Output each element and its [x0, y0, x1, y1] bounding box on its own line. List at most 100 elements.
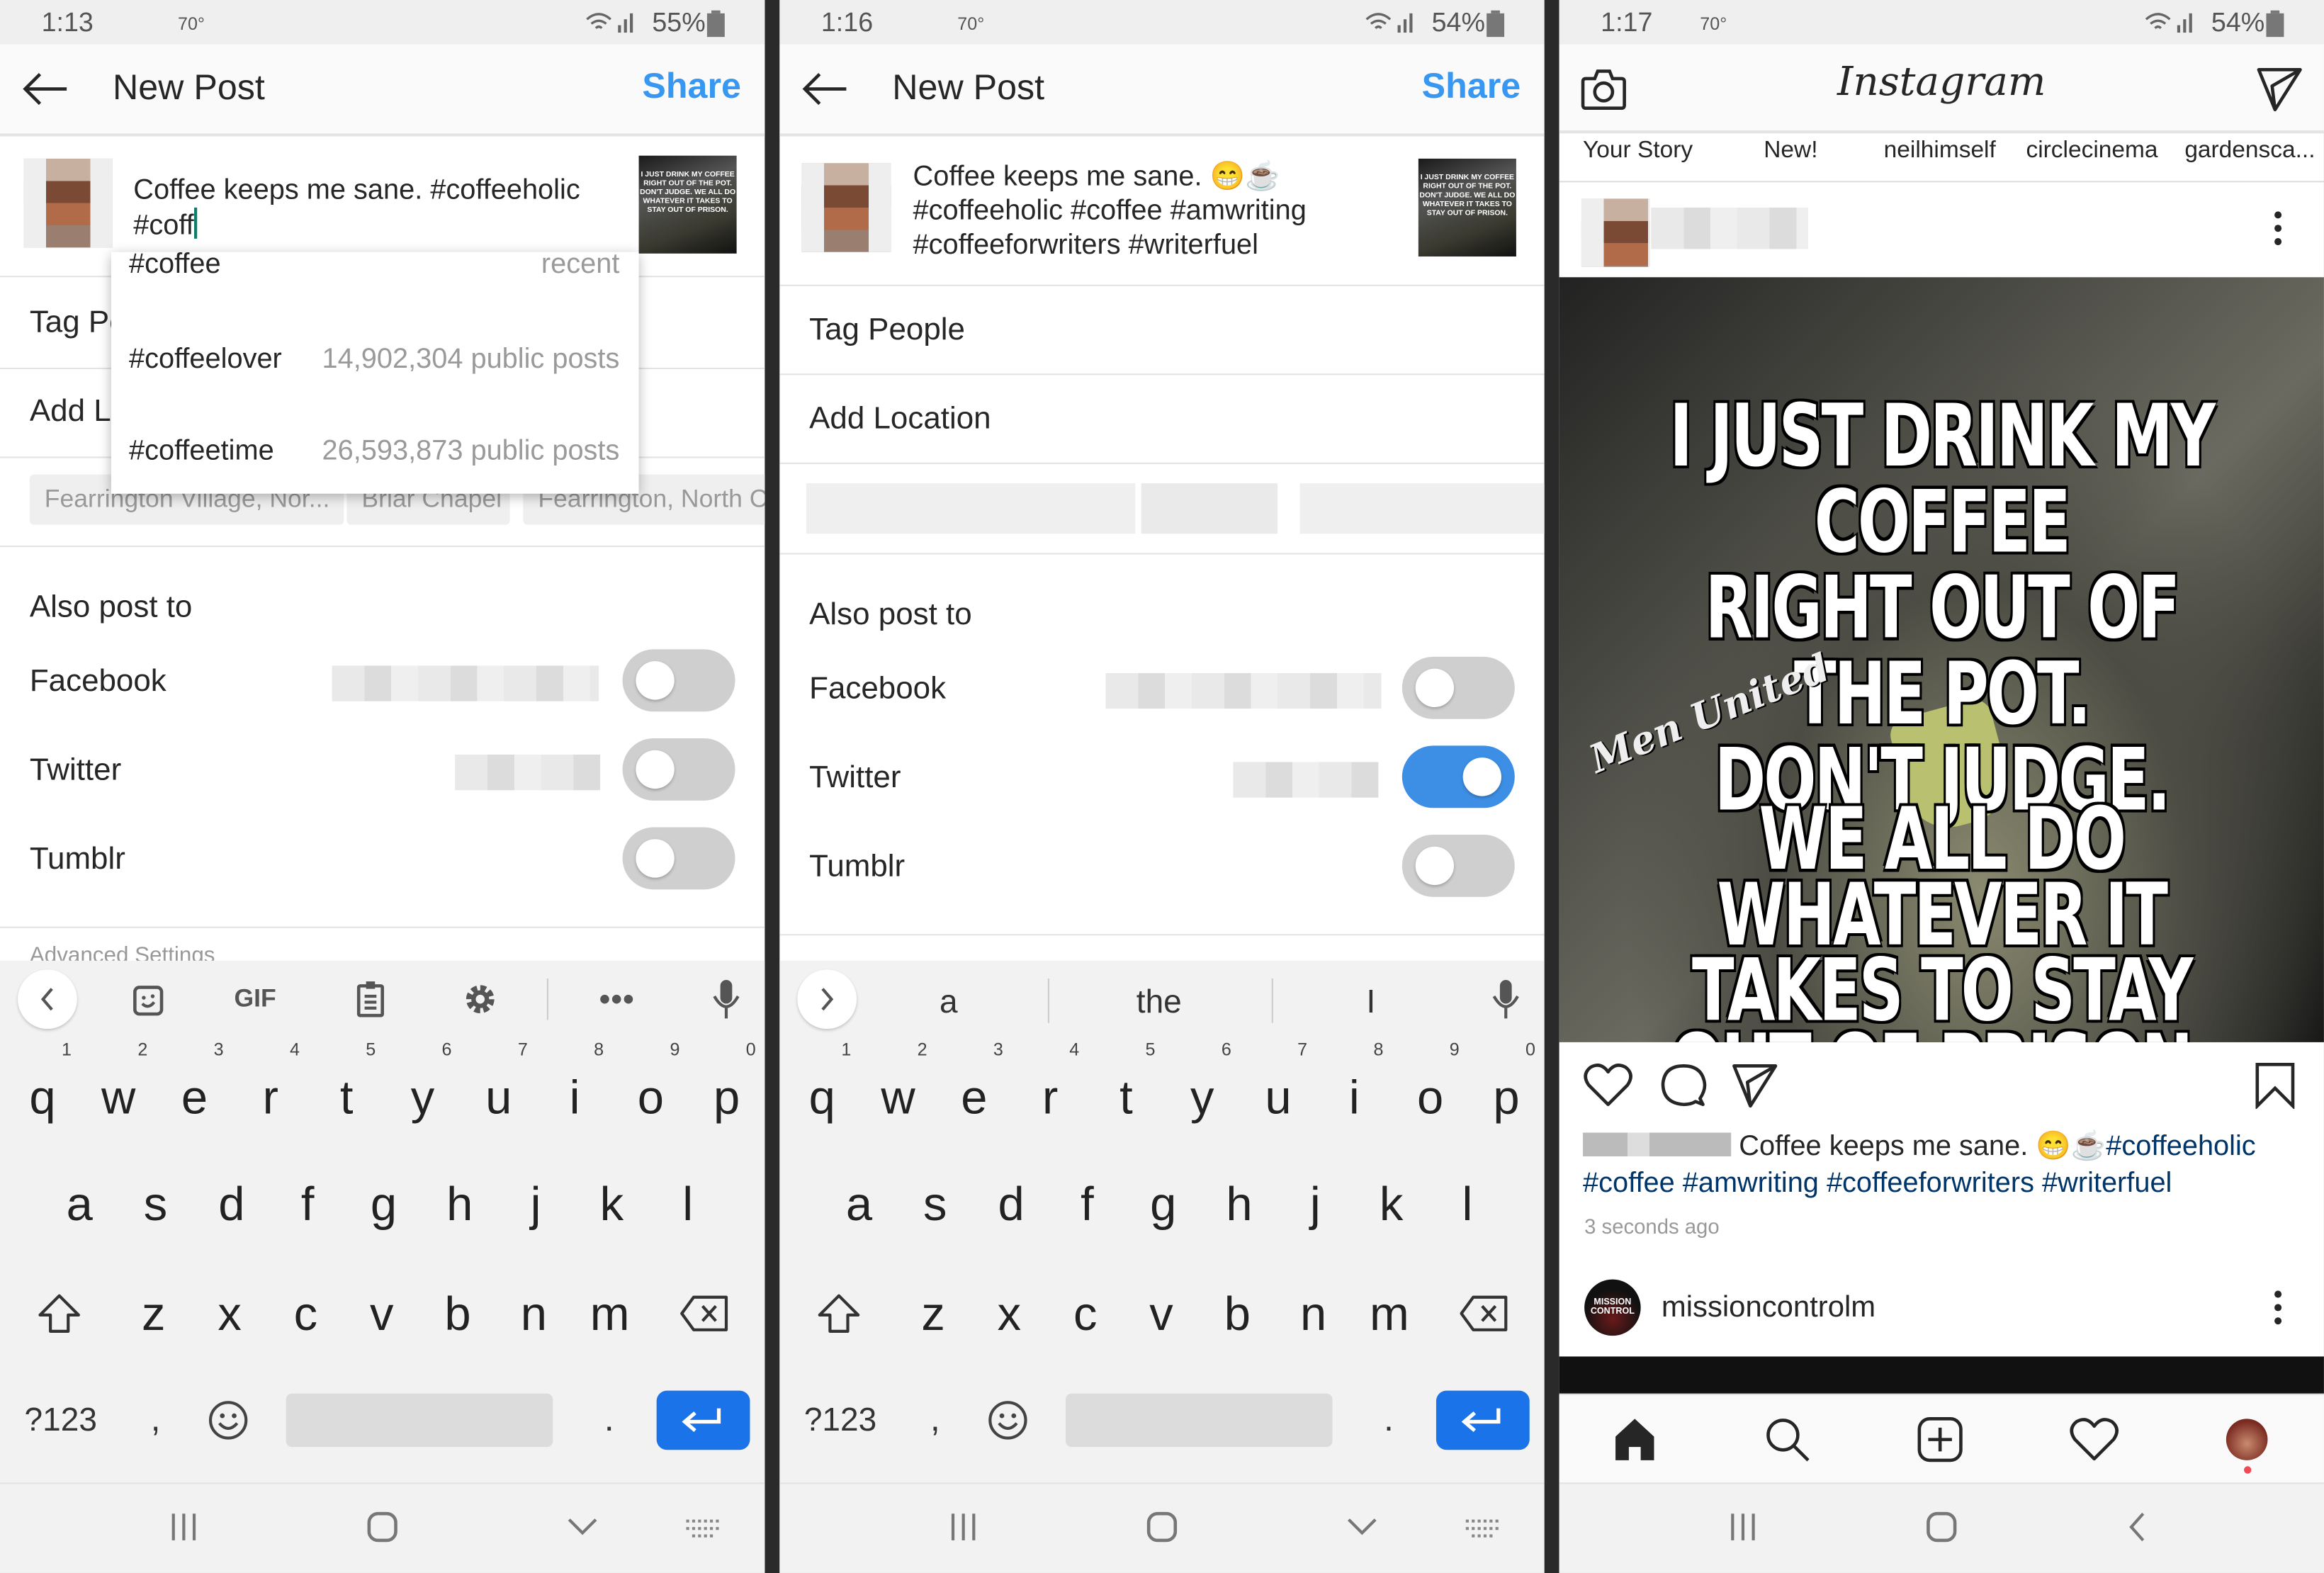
key-u[interactable]: u7	[461, 1041, 536, 1142]
twitter-toggle[interactable]	[1401, 745, 1515, 808]
key-o[interactable]: o9	[1392, 1041, 1468, 1142]
post-image[interactable]: I JUST DRINK MY COFFEE RIGHT OUT OF THE …	[1559, 277, 2324, 1042]
tumblr-toggle[interactable]	[622, 827, 735, 890]
share-icon[interactable]	[1731, 1061, 1781, 1109]
add-location-row[interactable]: Add Location	[809, 402, 991, 437]
word-suggestion[interactable]: a	[934, 983, 964, 1021]
story-item[interactable]: Your Story	[1583, 138, 1693, 165]
key-z[interactable]: z	[895, 1269, 971, 1358]
symbols-key[interactable]: ?123	[9, 1376, 113, 1465]
key-r[interactable]: r4	[1012, 1041, 1088, 1142]
key-l[interactable]: l	[650, 1159, 726, 1248]
key-s[interactable]: s	[897, 1159, 973, 1248]
key-q[interactable]: q1	[784, 1041, 860, 1142]
bookmark-icon[interactable]	[2253, 1061, 2298, 1110]
key-h[interactable]: h	[422, 1159, 497, 1248]
key-h[interactable]: h	[1201, 1159, 1277, 1248]
keyboard-switch-icon[interactable]	[1463, 1516, 1501, 1540]
period-key[interactable]: .	[590, 1376, 628, 1465]
hashtag-links[interactable]: #coffee #amwriting #coffeeforwriters #wr…	[1583, 1168, 2172, 1200]
chevron-down-icon[interactable]	[566, 1516, 599, 1537]
next-post-image[interactable]	[1559, 1356, 2324, 1395]
comment-icon[interactable]	[1660, 1061, 1708, 1109]
key-v[interactable]: v	[344, 1269, 419, 1358]
enter-key[interactable]	[1435, 1390, 1530, 1450]
key-w[interactable]: w2	[860, 1041, 936, 1142]
key-s[interactable]: s	[118, 1159, 193, 1248]
key-a[interactable]: a	[821, 1159, 897, 1248]
caption-input[interactable]: Coffee keeps me sane. #coffeeholic #coff	[133, 174, 580, 243]
enter-key[interactable]	[656, 1390, 750, 1450]
shift-key[interactable]	[782, 1269, 895, 1358]
search-tab-icon[interactable]	[1764, 1416, 1811, 1463]
word-suggestion[interactable]: the	[1115, 983, 1204, 1021]
back-arrow-icon[interactable]	[801, 71, 848, 106]
blurred-location-chip[interactable]	[806, 483, 1136, 534]
key-j[interactable]: j	[497, 1159, 573, 1248]
key-n[interactable]: n	[1275, 1269, 1351, 1358]
key-w[interactable]: w2	[81, 1041, 157, 1142]
expand-toolbar-button[interactable]	[797, 969, 857, 1030]
caption-input[interactable]: Coffee keeps me sane. 😁☕ #coffeeholic #c…	[913, 160, 1307, 262]
space-bar[interactable]	[1066, 1393, 1333, 1448]
activity-tab-icon[interactable]	[2069, 1416, 2119, 1463]
home-tab-icon[interactable]	[1611, 1416, 1659, 1463]
period-key[interactable]: .	[1370, 1376, 1408, 1465]
recent-apps-icon[interactable]	[949, 1511, 978, 1543]
key-j[interactable]: j	[1277, 1159, 1353, 1248]
blurred-location-chip[interactable]	[1299, 483, 1545, 534]
key-b[interactable]: b	[1200, 1269, 1275, 1358]
gif-button[interactable]: GIF	[235, 984, 276, 1014]
post-author-avatar[interactable]	[1581, 198, 1650, 267]
key-t[interactable]: t5	[1088, 1041, 1164, 1142]
hashtag-link[interactable]: #coffeeholic	[2106, 1131, 2255, 1162]
key-c[interactable]: c	[268, 1269, 344, 1358]
backspace-key[interactable]	[648, 1269, 760, 1358]
facebook-toggle[interactable]	[1401, 656, 1515, 719]
key-g[interactable]: g	[346, 1159, 422, 1248]
key-v[interactable]: v	[1123, 1269, 1199, 1358]
sticker-icon[interactable]	[132, 984, 164, 1017]
story-item[interactable]: neilhimself	[1884, 138, 1996, 165]
direct-message-icon[interactable]	[2256, 65, 2303, 113]
key-y[interactable]: y6	[385, 1041, 461, 1142]
keyboard-switch-icon[interactable]	[683, 1516, 721, 1540]
missioncontrol-avatar[interactable]: MISSION CONTROL	[1584, 1279, 1641, 1336]
hashtag-suggestion[interactable]: #coffeelover 14,902,304 public posts	[129, 344, 619, 388]
recent-apps-icon[interactable]	[1728, 1511, 1758, 1543]
tumblr-toggle[interactable]	[1401, 834, 1515, 897]
key-r[interactable]: r4	[232, 1041, 308, 1142]
symbols-key[interactable]: ?123	[789, 1376, 892, 1465]
key-f[interactable]: f	[269, 1159, 345, 1248]
new-post-tab-icon[interactable]	[1917, 1416, 1964, 1463]
key-x[interactable]: x	[191, 1269, 267, 1358]
hashtag-suggestion[interactable]: #coffee recent	[129, 252, 619, 297]
key-a[interactable]: a	[42, 1159, 118, 1248]
key-o[interactable]: o9	[613, 1041, 689, 1142]
chevron-down-icon[interactable]	[1346, 1516, 1378, 1537]
mic-icon[interactable]	[1491, 979, 1521, 1020]
story-item[interactable]: circlecinema	[2026, 138, 2157, 165]
word-suggestion[interactable]: I	[1356, 983, 1386, 1021]
home-icon[interactable]	[1146, 1511, 1178, 1543]
key-b[interactable]: b	[419, 1269, 495, 1358]
key-q[interactable]: q1	[4, 1041, 80, 1142]
key-n[interactable]: n	[496, 1269, 572, 1358]
key-k[interactable]: k	[1353, 1159, 1429, 1248]
more-options-icon[interactable]	[2274, 1290, 2283, 1325]
key-e[interactable]: e3	[936, 1041, 1012, 1142]
key-d[interactable]: d	[193, 1159, 269, 1248]
key-e[interactable]: e3	[157, 1041, 232, 1142]
twitter-toggle[interactable]	[622, 738, 735, 801]
gear-icon[interactable]	[464, 983, 497, 1015]
key-m[interactable]: m	[1351, 1269, 1427, 1358]
recent-apps-icon[interactable]	[169, 1511, 198, 1543]
key-l[interactable]: l	[1429, 1159, 1505, 1248]
home-icon[interactable]	[1925, 1511, 1958, 1543]
next-post-username[interactable]: missioncontrolm	[1662, 1291, 1875, 1325]
clipboard-icon[interactable]	[356, 980, 385, 1018]
profile-tab-avatar[interactable]	[2226, 1419, 2268, 1460]
collapse-toolbar-button[interactable]	[18, 969, 77, 1030]
key-g[interactable]: g	[1125, 1159, 1201, 1248]
back-arrow-icon[interactable]	[21, 71, 68, 106]
